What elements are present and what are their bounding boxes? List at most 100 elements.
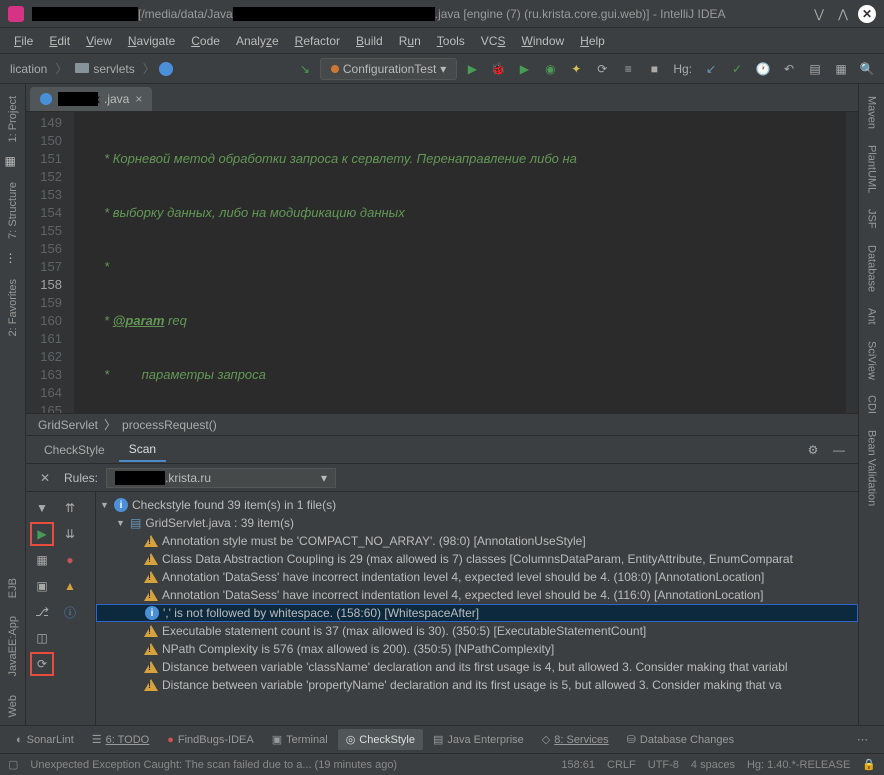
panel-tab-checkstyle[interactable]: CheckStyle bbox=[34, 439, 115, 461]
auto-button[interactable]: ◫ bbox=[30, 626, 54, 650]
menu-tools[interactable]: Tools bbox=[429, 30, 473, 52]
tree-item[interactable]: Executable statement count is 37 (max al… bbox=[96, 622, 858, 640]
coverage-button[interactable]: ▶ bbox=[513, 58, 535, 80]
btab-more[interactable]: ⋯ bbox=[849, 729, 876, 750]
gutter[interactable]: 149 150 151 152 153 154 155 156 157 158 … bbox=[26, 112, 74, 413]
btab-checkstyle[interactable]: ◎ CheckStyle bbox=[338, 729, 423, 750]
collapse2-icon[interactable]: ⇊ bbox=[58, 522, 82, 546]
vcs-history-button[interactable]: 🕐 bbox=[752, 58, 774, 80]
btab-services[interactable]: ◇ 8: Services bbox=[534, 729, 617, 750]
side-tab-project[interactable]: 1: Project bbox=[3, 88, 23, 150]
tree-item[interactable]: Annotation style must be 'COMPACT_NO_ARR… bbox=[96, 532, 858, 550]
minimize-button[interactable]: ⋁ bbox=[810, 5, 828, 23]
vcs-commit-button[interactable]: ✓ bbox=[726, 58, 748, 80]
tree-item[interactable]: Class Data Abstraction Coupling is 29 (m… bbox=[96, 550, 858, 568]
info-filter-button[interactable]: ⓘ bbox=[58, 600, 82, 624]
menu-run[interactable]: Run bbox=[391, 30, 429, 52]
square-button[interactable]: ■ bbox=[643, 58, 665, 80]
scan-vcs-button[interactable]: ⎇ bbox=[30, 600, 54, 624]
rules-dropdown[interactable]: xxxxxxx.krista.ru ▾ bbox=[106, 468, 336, 488]
tree-item[interactable]: Distance between variable 'className' de… bbox=[96, 658, 858, 676]
side-tab-cdi[interactable]: CDI bbox=[862, 387, 882, 422]
side-tab-database[interactable]: Database bbox=[862, 237, 882, 300]
menu-file[interactable]: File bbox=[6, 30, 41, 52]
run-config-selector[interactable]: ConfigurationTest ▾ bbox=[320, 58, 457, 80]
tree-item[interactable]: Distance between variable 'propertyName'… bbox=[96, 676, 858, 694]
status-indent[interactable]: 4 spaces bbox=[691, 759, 735, 771]
debug-button[interactable]: 🐞 bbox=[487, 58, 509, 80]
side-tab-plantuml[interactable]: PlantUML bbox=[862, 137, 882, 201]
results-tree[interactable]: ▼ i Checkstyle found 39 item(s) in 1 fil… bbox=[96, 492, 858, 725]
side-tab-bean[interactable]: Bean Validation bbox=[862, 422, 882, 514]
stop-button[interactable]: ⟳ bbox=[591, 58, 613, 80]
attach-button[interactable]: ✦ bbox=[565, 58, 587, 80]
side-tab-javaee[interactable]: JavaEE:App bbox=[3, 608, 23, 685]
code-editor[interactable]: 149 150 151 152 153 154 155 156 157 158 … bbox=[26, 112, 858, 413]
breadcrumb-item[interactable]: lication bbox=[6, 60, 51, 78]
close-tab-icon[interactable]: × bbox=[135, 92, 142, 106]
btab-dbchanges[interactable]: ⛁ Database Changes bbox=[619, 729, 742, 750]
editor-tab[interactable]: xxxxxxx.java × bbox=[30, 87, 152, 111]
side-tab-maven[interactable]: Maven bbox=[862, 88, 882, 137]
gear-icon[interactable]: ⚙ bbox=[802, 439, 824, 461]
vcs-push-button[interactable]: ▤ bbox=[804, 58, 826, 80]
status-eol[interactable]: CRLF bbox=[607, 759, 636, 771]
settings-button[interactable]: ⟳ bbox=[30, 652, 54, 676]
sidebar-toggle-icon[interactable]: ▢ bbox=[8, 758, 18, 771]
btab-sonarlint[interactable]: ◐ SonarLint bbox=[8, 730, 82, 750]
minimize-panel-icon[interactable]: — bbox=[828, 439, 850, 461]
scan-project-button[interactable]: ▣ bbox=[30, 574, 54, 598]
tree-item[interactable]: NPath Complexity is 576 (max allowed is … bbox=[96, 640, 858, 658]
crumb-class[interactable]: GridServlet bbox=[38, 418, 98, 432]
scan-file-button[interactable]: ▶ bbox=[30, 522, 54, 546]
error-filter-button[interactable]: ● bbox=[58, 548, 82, 572]
sidebar-icon[interactable]: ⋮ bbox=[5, 251, 21, 267]
collapse-icon[interactable]: ⇈ bbox=[58, 496, 82, 520]
side-tab-favorites[interactable]: 2: Favorites bbox=[3, 271, 23, 344]
btab-terminal[interactable]: ▣ Terminal bbox=[264, 729, 336, 750]
tree-item[interactable]: Annotation 'DataSess' have incorrect ind… bbox=[96, 586, 858, 604]
tree-root[interactable]: ▼ i Checkstyle found 39 item(s) in 1 fil… bbox=[96, 496, 858, 514]
side-tab-structure[interactable]: 7: Structure bbox=[3, 174, 23, 247]
btab-javaee[interactable]: ▤ Java Enterprise bbox=[425, 729, 532, 750]
search-button[interactable]: 🔍 bbox=[856, 58, 878, 80]
side-tab-jsf[interactable]: JSF bbox=[862, 201, 882, 237]
vcs-update-button[interactable]: ↙ bbox=[700, 58, 722, 80]
run-button[interactable]: ▶ bbox=[461, 58, 483, 80]
class-icon[interactable] bbox=[159, 62, 173, 76]
side-tab-sciview[interactable]: SciView bbox=[862, 333, 882, 388]
build-icon[interactable]: ↘ bbox=[294, 58, 316, 80]
btab-findbugs[interactable]: ● FindBugs-IDEA bbox=[159, 730, 261, 750]
panel-tab-scan[interactable]: Scan bbox=[119, 438, 166, 462]
menu-navigate[interactable]: Navigate bbox=[120, 30, 183, 52]
side-tab-ant[interactable]: Ant bbox=[862, 300, 882, 333]
menu-build[interactable]: Build bbox=[348, 30, 391, 52]
maximize-button[interactable]: ⋀ bbox=[834, 5, 852, 23]
menu-vcs[interactable]: VCS bbox=[473, 30, 514, 52]
status-encoding[interactable]: UTF-8 bbox=[648, 759, 679, 771]
status-vcs[interactable]: Hg: 1.40.*-RELEASE bbox=[747, 759, 850, 771]
side-tab-web[interactable]: Web bbox=[3, 687, 23, 725]
ide-settings-button[interactable]: ▦ bbox=[830, 58, 852, 80]
menu-window[interactable]: Window bbox=[513, 30, 572, 52]
menu-analyze[interactable]: Analyze bbox=[228, 30, 287, 52]
tree-item-selected[interactable]: i',' is not followed by whitespace. (158… bbox=[96, 604, 858, 622]
close-panel-icon[interactable]: ✕ bbox=[34, 467, 56, 489]
vcs-revert-button[interactable]: ↶ bbox=[778, 58, 800, 80]
editor-marks[interactable] bbox=[846, 112, 858, 413]
status-position[interactable]: 158:61 bbox=[561, 759, 595, 771]
menu-code[interactable]: Code bbox=[183, 30, 228, 52]
menu-help[interactable]: Help bbox=[572, 30, 613, 52]
btab-todo[interactable]: ☰ 6: TODO bbox=[84, 729, 157, 750]
sidebar-icon[interactable]: ▦ bbox=[5, 154, 21, 170]
tree-file[interactable]: ▼ ▤ GridServlet.java : 39 item(s) bbox=[96, 514, 858, 532]
menu-edit[interactable]: Edit bbox=[41, 30, 78, 52]
warning-filter-button[interactable]: ▲ bbox=[58, 574, 82, 598]
menu-refactor[interactable]: Refactor bbox=[287, 30, 348, 52]
menu-view[interactable]: View bbox=[78, 30, 120, 52]
scan-module-button[interactable]: ▦ bbox=[30, 548, 54, 572]
close-button[interactable]: ✕ bbox=[858, 5, 876, 23]
stop2-button[interactable]: ≡ bbox=[617, 58, 639, 80]
crumb-method[interactable]: processRequest() bbox=[122, 418, 217, 432]
lock-icon[interactable]: 🔒 bbox=[862, 758, 876, 771]
